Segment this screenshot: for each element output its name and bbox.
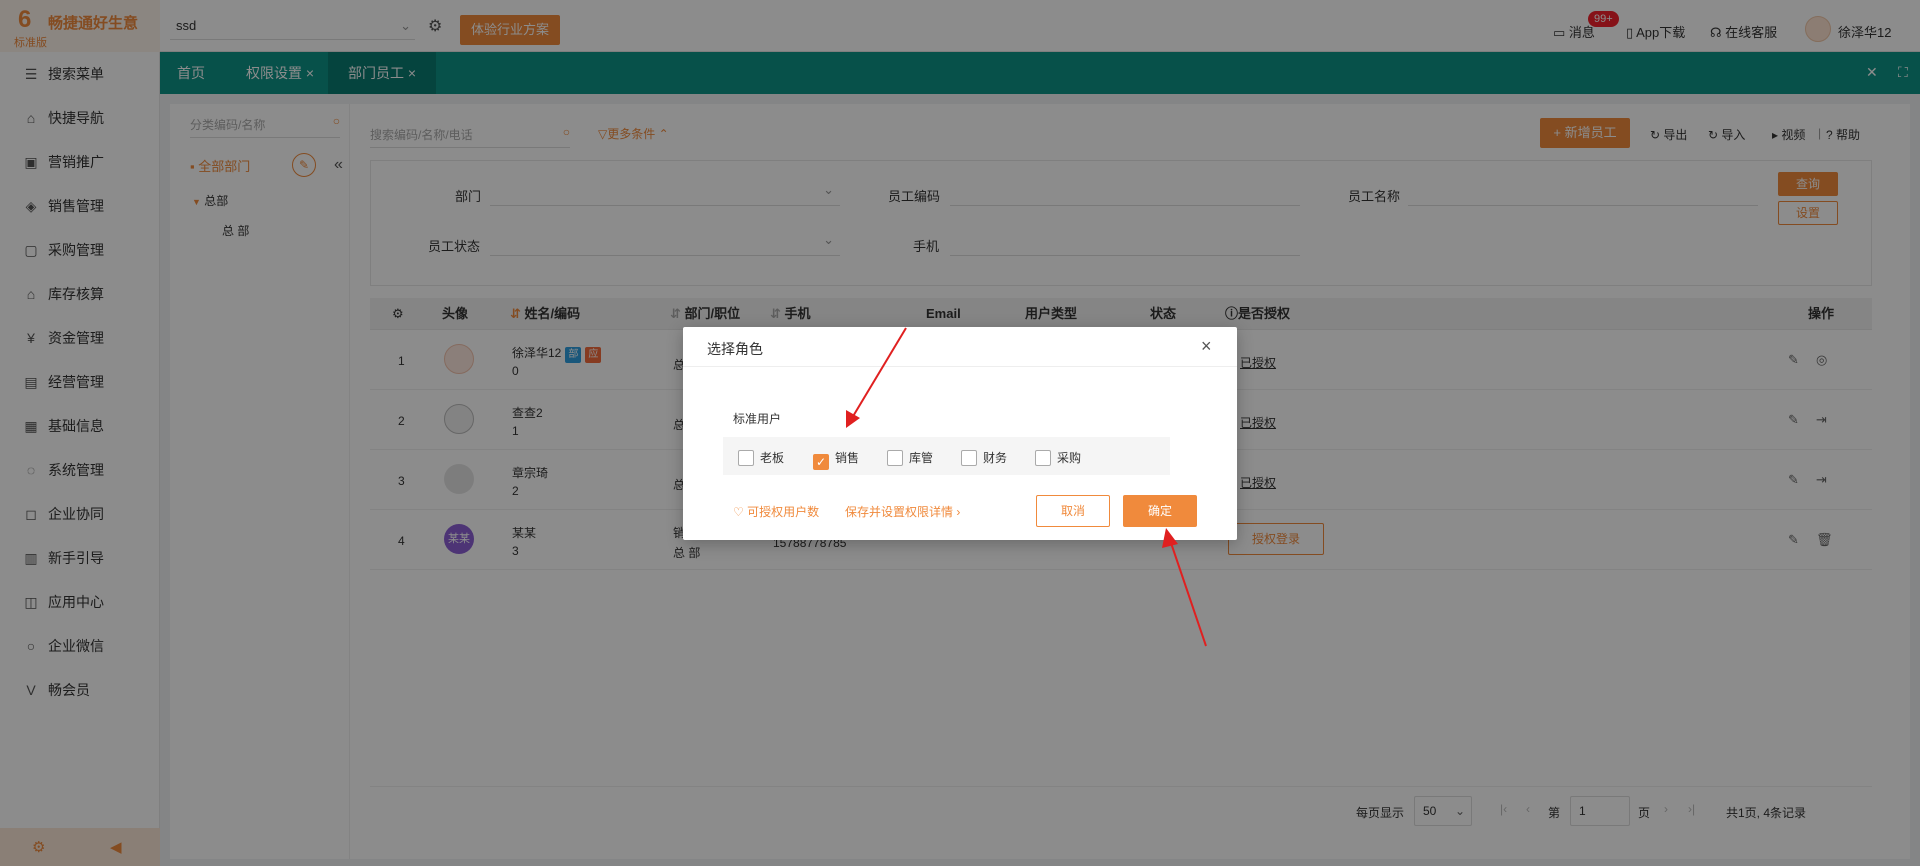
checkbox[interactable] <box>887 450 903 466</box>
close-icon[interactable]: × <box>1201 336 1212 357</box>
link-label: 可授权用户数 <box>747 505 820 519</box>
role-label: 采购 <box>1057 451 1082 465</box>
role-checkbox-warehouse[interactable]: 库管 <box>887 449 933 466</box>
save-and-set-permissions-link[interactable]: 保存并设置权限详情 › <box>845 503 960 520</box>
checkbox[interactable] <box>961 450 977 466</box>
role-label: 库管 <box>909 451 934 465</box>
role-label: 财务 <box>983 451 1008 465</box>
role-checkbox-finance[interactable]: 财务 <box>961 449 1007 466</box>
cancel-button[interactable]: 取消 <box>1036 495 1110 527</box>
role-checkbox-boss[interactable]: 老板 <box>738 449 784 466</box>
role-checkbox-sales[interactable]: ✓ 销售 <box>813 449 859 470</box>
select-role-dialog: 选择角色 × 标准用户 老板 ✓ 销售 库管 财务 采购 ♡ 可授权用户数 保存并… <box>683 327 1237 540</box>
chevron-right-icon: › <box>956 505 961 519</box>
checkbox-checked-icon[interactable]: ✓ <box>813 454 829 470</box>
link-label: 保存并设置权限详情 <box>845 505 954 519</box>
dialog-title: 选择角色 <box>707 341 763 357</box>
role-group-label: 标准用户 <box>733 412 782 426</box>
confirm-button[interactable]: 确定 <box>1123 495 1197 527</box>
checkbox[interactable] <box>1035 450 1051 466</box>
role-checkbox-purchase[interactable]: 采购 <box>1035 449 1081 466</box>
checkbox[interactable] <box>738 450 754 466</box>
shield-check-icon: ♡ <box>733 505 744 519</box>
dialog-header <box>683 327 1237 367</box>
authorized-user-count-link[interactable]: ♡ 可授权用户数 <box>733 503 819 520</box>
role-options: 老板 ✓ 销售 库管 财务 采购 <box>723 437 1170 475</box>
role-label: 销售 <box>835 451 860 465</box>
role-label: 老板 <box>760 451 785 465</box>
